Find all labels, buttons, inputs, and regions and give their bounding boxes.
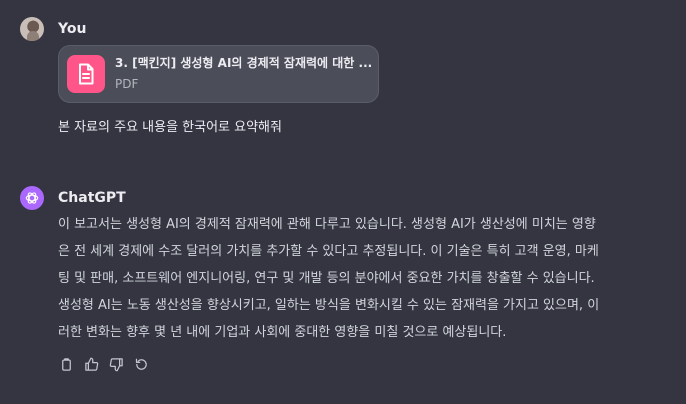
user-message-text: 본 자료의 주요 내용을 한국어로 요약해줘 xyxy=(58,120,282,135)
answer-line: 은 전 세계 경제에 수조 달러의 가치를 추가할 수 있다고 추정됩니다. 이… xyxy=(58,244,599,259)
chatgpt-logo-icon xyxy=(20,186,44,210)
regenerate-icon[interactable] xyxy=(133,356,149,372)
assistant-author-name: ChatGPT xyxy=(58,190,126,206)
document-icon xyxy=(67,55,105,93)
answer-line: 팅 및 판매, 소프트웨어 엔지니어링, 연구 및 개발 등의 분야에서 중요한… xyxy=(58,271,595,286)
answer-line: 이 보고서는 생성형 AI의 경제적 잠재력에 관해 다루고 있습니다. 생성형… xyxy=(58,217,596,232)
user-author-name: You xyxy=(58,21,87,37)
copy-icon[interactable] xyxy=(58,356,74,372)
user-avatar xyxy=(20,17,44,41)
pdf-attachment-card[interactable]: 3. [맥킨지] 생성형 AI의 경제적 잠재력에 대한 ... PDF xyxy=(58,45,379,103)
answer-line: 생성형 AI는 노동 생산성을 향상시키고, 일하는 방식을 변화시킬 수 있는… xyxy=(58,298,600,313)
assistant-answer: 이 보고서는 생성형 AI의 경제적 잠재력에 관해 다루고 있습니다. 생성형… xyxy=(58,211,664,346)
message-actions xyxy=(58,356,149,372)
thumbs-up-icon[interactable] xyxy=(83,356,99,372)
thumbs-down-icon[interactable] xyxy=(108,356,124,372)
attachment-file-type: PDF xyxy=(115,77,139,91)
attachment-file-name: 3. [맥킨지] 생성형 AI의 경제적 잠재력에 대한 ... xyxy=(115,56,373,70)
answer-line: 러한 변화는 향후 몇 년 내에 기업과 사회에 중대한 영향을 미칠 것으로 … xyxy=(58,325,507,340)
